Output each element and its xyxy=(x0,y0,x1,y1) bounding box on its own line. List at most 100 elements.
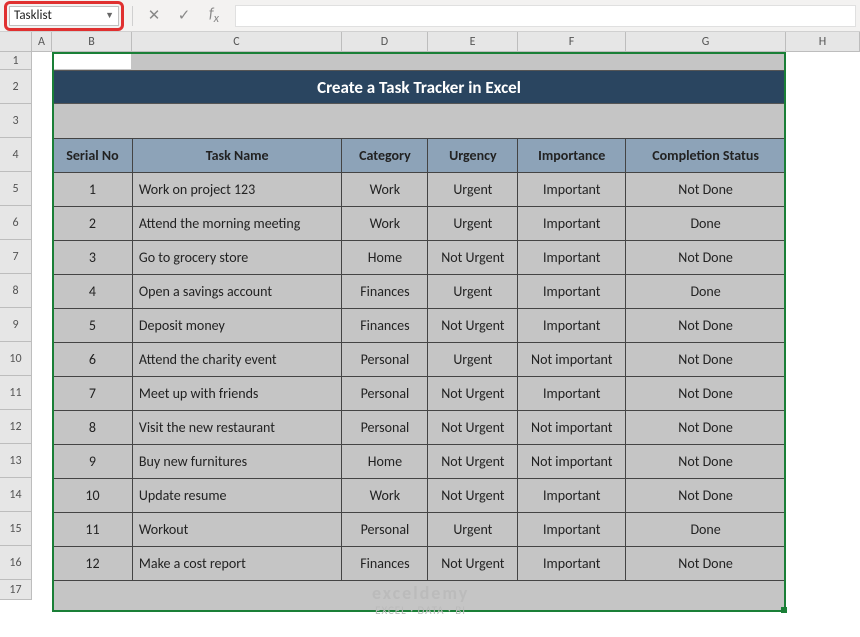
row-header-5[interactable]: 5 xyxy=(0,172,32,206)
row-header-7[interactable]: 7 xyxy=(0,240,32,274)
cell-serial[interactable]: 4 xyxy=(53,275,133,309)
th-status[interactable]: Completion Status xyxy=(626,139,786,173)
cell-category[interactable]: Work xyxy=(342,173,428,207)
check-icon[interactable]: ✓ xyxy=(171,5,197,27)
cell-status[interactable]: Done xyxy=(626,207,786,241)
cell-serial[interactable]: 1 xyxy=(53,173,133,207)
cell-importance[interactable]: Important xyxy=(518,173,626,207)
col-header-E[interactable]: E xyxy=(428,32,518,51)
cell-status[interactable]: Not Done xyxy=(626,343,786,377)
th-importance[interactable]: Importance xyxy=(518,139,626,173)
cell-urgency[interactable]: Urgent xyxy=(428,275,518,309)
cell-category[interactable]: Personal xyxy=(342,513,428,547)
cancel-icon[interactable]: ✕ xyxy=(141,5,167,27)
row-header-11[interactable]: 11 xyxy=(0,376,32,410)
cell-urgency[interactable]: Not Urgent xyxy=(428,241,518,275)
cell-task[interactable]: Meet up with friends xyxy=(132,377,342,411)
col-header-H[interactable]: H xyxy=(786,32,860,51)
cell-serial[interactable]: 9 xyxy=(53,445,133,479)
cell-category[interactable]: Finances xyxy=(342,309,428,343)
row-header-2[interactable]: 2 xyxy=(0,70,32,104)
cell-task[interactable]: Make a cost report xyxy=(132,547,342,581)
sheet-cells[interactable]: Create a Task Tracker in Excel Serial No… xyxy=(32,52,860,600)
cell-status[interactable]: Not Done xyxy=(626,377,786,411)
cell-task[interactable]: Update resume xyxy=(132,479,342,513)
cell-serial[interactable]: 7 xyxy=(53,377,133,411)
cell-importance[interactable]: Not important xyxy=(518,445,626,479)
cell-task[interactable]: Attend the charity event xyxy=(132,343,342,377)
cell-importance[interactable]: Important xyxy=(518,275,626,309)
cell-status[interactable]: Not Done xyxy=(626,241,786,275)
cell-serial[interactable]: 2 xyxy=(53,207,133,241)
cell-urgency[interactable]: Urgent xyxy=(428,207,518,241)
title-cell[interactable]: Create a Task Tracker in Excel xyxy=(52,70,786,104)
row-header-4[interactable]: 4 xyxy=(0,138,32,172)
th-urgency[interactable]: Urgency xyxy=(428,139,518,173)
cell-serial[interactable]: 12 xyxy=(53,547,133,581)
cell-importance[interactable]: Important xyxy=(518,207,626,241)
cell-urgency[interactable]: Not Urgent xyxy=(428,547,518,581)
cell-task[interactable]: Workout xyxy=(132,513,342,547)
cell-category[interactable]: Home xyxy=(342,241,428,275)
cell-task[interactable]: Go to grocery store xyxy=(132,241,342,275)
cell-urgency[interactable]: Not Urgent xyxy=(428,309,518,343)
cell-status[interactable]: Not Done xyxy=(626,309,786,343)
cell-importance[interactable]: Important xyxy=(518,309,626,343)
col-header-B[interactable]: B xyxy=(52,32,132,51)
cell-importance[interactable]: Important xyxy=(518,513,626,547)
cell-importance[interactable]: Important xyxy=(518,241,626,275)
cell-urgency[interactable]: Not Urgent xyxy=(428,411,518,445)
cell-category[interactable]: Home xyxy=(342,445,428,479)
cell-task[interactable]: Work on project 123 xyxy=(132,173,342,207)
row-header-1[interactable]: 1 xyxy=(0,52,32,70)
cell-urgency[interactable]: Urgent xyxy=(428,343,518,377)
cell-importance[interactable]: Not important xyxy=(518,343,626,377)
row-header-16[interactable]: 16 xyxy=(0,546,32,580)
row-header-8[interactable]: 8 xyxy=(0,274,32,308)
cell-urgency[interactable]: Not Urgent xyxy=(428,479,518,513)
col-header-C[interactable]: C xyxy=(132,32,342,51)
cell-task[interactable]: Open a savings account xyxy=(132,275,342,309)
cell-serial[interactable]: 5 xyxy=(53,309,133,343)
cell-category[interactable]: Finances xyxy=(342,547,428,581)
col-header-F[interactable]: F xyxy=(518,32,626,51)
row-header-3[interactable]: 3 xyxy=(0,104,32,138)
cell-category[interactable]: Work xyxy=(342,207,428,241)
col-header-A[interactable]: A xyxy=(32,32,52,51)
cell-status[interactable]: Not Done xyxy=(626,173,786,207)
cell-serial[interactable]: 10 xyxy=(53,479,133,513)
cell-status[interactable]: Done xyxy=(626,275,786,309)
cell-serial[interactable]: 11 xyxy=(53,513,133,547)
cell-importance[interactable]: Important xyxy=(518,479,626,513)
cell-importance[interactable]: Not important xyxy=(518,411,626,445)
cell-status[interactable]: Not Done xyxy=(626,445,786,479)
formula-input[interactable] xyxy=(235,5,856,27)
cell-serial[interactable]: 6 xyxy=(53,343,133,377)
cell-serial[interactable]: 8 xyxy=(53,411,133,445)
th-category[interactable]: Category xyxy=(342,139,428,173)
th-task[interactable]: Task Name xyxy=(132,139,342,173)
cell-urgency[interactable]: Urgent xyxy=(428,513,518,547)
cell-task[interactable]: Visit the new restaurant xyxy=(132,411,342,445)
cell-urgency[interactable]: Urgent xyxy=(428,173,518,207)
cell-status[interactable]: Not Done xyxy=(626,479,786,513)
cell-category[interactable]: Personal xyxy=(342,377,428,411)
row-header-17[interactable]: 17 xyxy=(0,580,32,600)
cell-status[interactable]: Not Done xyxy=(626,547,786,581)
cell-task[interactable]: Attend the morning meeting xyxy=(132,207,342,241)
row-header-12[interactable]: 12 xyxy=(0,410,32,444)
cell-status[interactable]: Not Done xyxy=(626,411,786,445)
row-header-13[interactable]: 13 xyxy=(0,444,32,478)
row-header-14[interactable]: 14 xyxy=(0,478,32,512)
cell-urgency[interactable]: Not Urgent xyxy=(428,445,518,479)
col-header-G[interactable]: G xyxy=(626,32,786,51)
cell-importance[interactable]: Important xyxy=(518,377,626,411)
th-serial[interactable]: Serial No xyxy=(53,139,133,173)
row-header-9[interactable]: 9 xyxy=(0,308,32,342)
row-header-15[interactable]: 15 xyxy=(0,512,32,546)
name-box[interactable]: Tasklist ▼ xyxy=(9,6,119,26)
cell-importance[interactable]: Important xyxy=(518,547,626,581)
cell-category[interactable]: Work xyxy=(342,479,428,513)
row-header-10[interactable]: 10 xyxy=(0,342,32,376)
cell-task[interactable]: Deposit money xyxy=(132,309,342,343)
